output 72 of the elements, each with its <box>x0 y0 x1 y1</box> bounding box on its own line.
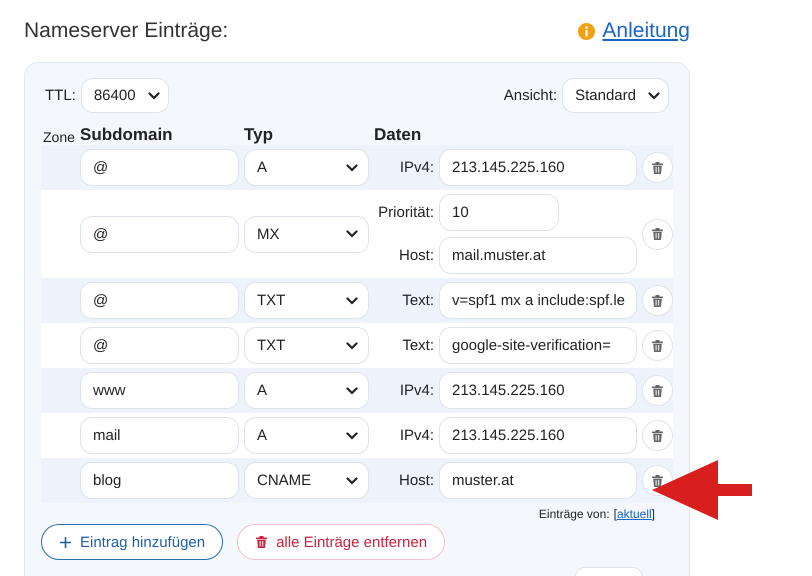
delete-button[interactable] <box>642 420 673 451</box>
entries-label: Einträge von: <box>538 507 610 523</box>
view-label: Ansicht: <box>504 87 558 104</box>
section-title: Nameserver Einträge: <box>24 19 228 43</box>
field-label: IPv4: <box>400 159 434 176</box>
chevron-icon <box>346 164 358 172</box>
field-label: Host: <box>398 472 434 489</box>
current-link[interactable]: aktuell <box>616 507 652 521</box>
chevron-icon <box>648 92 660 100</box>
field-label: Priorität: <box>378 204 434 221</box>
delete-button[interactable] <box>642 375 673 406</box>
field-label: IPv4: <box>400 427 434 444</box>
type-select[interactable]: TXT <box>244 282 369 319</box>
ttl-label: TTL: <box>45 87 76 104</box>
chevron-icon <box>346 230 358 238</box>
chevron-icon <box>346 296 358 304</box>
info-icon <box>578 22 596 40</box>
input-field[interactable]: muster.at <box>439 462 637 499</box>
column-header: Typ <box>244 125 274 145</box>
column-header: Subdomain <box>80 125 174 145</box>
subdomain-field[interactable]: @ <box>80 327 239 364</box>
add-entry-button[interactable]: Eintrag hinzufügen <box>41 524 224 560</box>
field-label: Host: <box>398 247 434 264</box>
delete-button[interactable] <box>642 152 673 183</box>
field-label: Text: <box>402 292 434 309</box>
type-select[interactable]: TXT <box>244 327 369 364</box>
chevron-icon <box>346 342 358 350</box>
subdomain-field[interactable]: mail <box>80 417 239 454</box>
trash-icon <box>652 228 663 240</box>
type-select[interactable]: A <box>244 372 369 409</box>
chevron-icon <box>346 476 358 484</box>
input-field[interactable]: 213.145.225.160 <box>439 417 637 454</box>
field-label: Text: <box>402 337 434 354</box>
remove-all-button[interactable]: alle Einträge entfernen <box>237 524 446 560</box>
help-link[interactable]: Anleitung <box>602 19 690 43</box>
input-field[interactable]: 10 <box>439 194 559 231</box>
chevron-icon <box>346 386 358 394</box>
trash-icon <box>256 536 268 548</box>
column-header: Daten <box>374 125 422 145</box>
trash-icon <box>652 340 663 352</box>
subdomain-field[interactable]: @ <box>80 282 239 319</box>
trash-icon <box>652 474 663 486</box>
subdomain-field[interactable]: @ <box>80 149 239 186</box>
view-select[interactable]: Standard <box>562 78 669 113</box>
subdomain-field[interactable]: @ <box>80 216 239 252</box>
input-field[interactable]: 213.145.225.160 <box>439 149 637 186</box>
chevron-icon <box>346 432 358 440</box>
type-select[interactable]: CNAME <box>244 462 369 499</box>
column-header: Zone <box>43 129 75 145</box>
type-select[interactable]: A <box>244 149 369 186</box>
type-select[interactable]: A <box>244 417 369 454</box>
delete-button[interactable] <box>642 330 673 361</box>
subdomain-field[interactable]: blog <box>80 462 239 499</box>
ttl-select[interactable]: 86400 <box>80 78 169 113</box>
subdomain-field[interactable]: www <box>80 372 239 409</box>
field-label: IPv4: <box>400 382 434 399</box>
input-field[interactable]: mail.muster.at <box>439 237 637 274</box>
input-field[interactable]: v=spf1 mx a include:spf.le <box>439 282 637 319</box>
trash-icon <box>652 430 663 442</box>
bracket: ] <box>652 507 655 521</box>
bracket: [ <box>614 507 617 521</box>
delete-button[interactable] <box>642 218 673 250</box>
input-field[interactable]: google-site-verification= <box>439 327 637 364</box>
input-field[interactable]: 213.145.225.160 <box>439 372 637 409</box>
delete-button[interactable] <box>642 285 673 316</box>
plus-icon <box>60 536 71 548</box>
type-select[interactable]: MX <box>244 216 369 252</box>
trash-icon <box>652 384 663 396</box>
chevron-icon <box>148 92 160 100</box>
arrow-icon <box>650 458 754 522</box>
trash-icon <box>652 294 663 306</box>
trash-icon <box>652 162 663 174</box>
